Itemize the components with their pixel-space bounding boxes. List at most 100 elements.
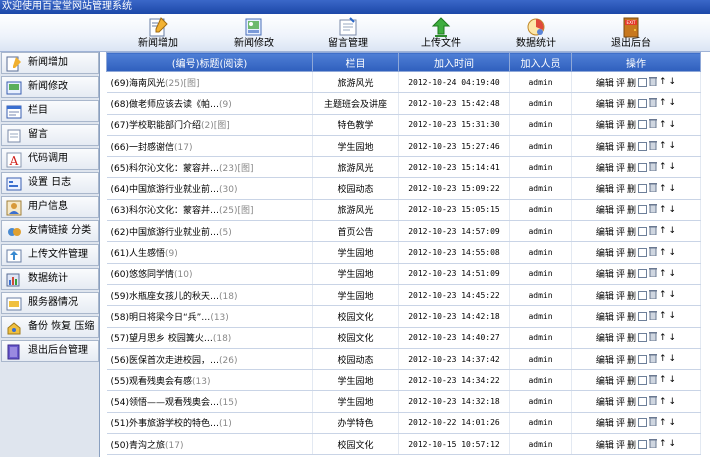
comment-link[interactable]: 评 (616, 164, 625, 174)
toolbar-news-edit-button[interactable]: 新闻修改 (219, 14, 289, 52)
edit-link[interactable]: 编辑 (596, 356, 614, 366)
delete-link[interactable]: 删 (627, 100, 636, 110)
select-checkbox[interactable] (637, 397, 647, 407)
edit-link[interactable]: 编辑 (596, 143, 614, 153)
news-title-link[interactable]: (63)科尔沁文化：蒙容并… (111, 206, 219, 216)
move-up-arrow[interactable]: ↑ (659, 141, 667, 151)
delete-link[interactable]: 删 (627, 377, 636, 387)
move-down-arrow[interactable]: ↓ (669, 162, 677, 172)
edit-link[interactable]: 编辑 (596, 334, 614, 344)
delete-link[interactable]: 删 (627, 249, 636, 259)
select-checkbox[interactable] (637, 439, 647, 449)
comment-link[interactable]: 评 (616, 100, 625, 110)
move-up-arrow[interactable]: ↑ (659, 226, 667, 236)
move-down-arrow[interactable]: ↓ (669, 141, 677, 151)
move-up-arrow[interactable]: ↑ (659, 439, 667, 449)
move-down-arrow[interactable]: ↓ (669, 120, 677, 130)
edit-link[interactable]: 编辑 (596, 164, 614, 174)
trash-icon[interactable] (648, 225, 657, 238)
move-down-arrow[interactable]: ↓ (669, 269, 677, 279)
select-checkbox[interactable] (637, 98, 647, 108)
comment-link[interactable]: 评 (616, 419, 625, 429)
comment-link[interactable]: 评 (616, 356, 625, 366)
comment-link[interactable]: 评 (616, 313, 625, 323)
delete-link[interactable]: 删 (627, 313, 636, 323)
sidebar-item[interactable]: 数据统计 (1, 268, 99, 290)
edit-link[interactable]: 编辑 (596, 121, 614, 131)
move-down-arrow[interactable]: ↓ (669, 333, 677, 343)
move-down-arrow[interactable]: ↓ (669, 205, 677, 215)
trash-icon[interactable] (648, 246, 657, 259)
sidebar-item[interactable]: 服务器情况 (1, 292, 99, 314)
sidebar-item[interactable]: 友情链接 分类 (1, 220, 99, 242)
move-up-arrow[interactable]: ↑ (659, 98, 667, 108)
select-checkbox[interactable] (637, 290, 647, 300)
news-title-link[interactable]: (64)中国旅游行业就业前… (111, 185, 219, 195)
edit-link[interactable]: 编辑 (596, 100, 614, 110)
select-checkbox[interactable] (637, 162, 647, 172)
move-up-arrow[interactable]: ↑ (659, 248, 667, 258)
select-checkbox[interactable] (637, 375, 647, 385)
sidebar-item[interactable]: A 代码调用 (1, 148, 99, 170)
news-title-link[interactable]: (60)悠悠同学情 (111, 270, 174, 280)
select-checkbox[interactable] (637, 184, 647, 194)
select-checkbox[interactable] (637, 77, 647, 87)
trash-icon[interactable] (648, 416, 657, 429)
move-down-arrow[interactable]: ↓ (669, 375, 677, 385)
trash-icon[interactable] (648, 289, 657, 302)
sidebar-item[interactable]: 设置 日志 (1, 172, 99, 194)
delete-link[interactable]: 删 (627, 121, 636, 131)
delete-link[interactable]: 删 (627, 185, 636, 195)
sidebar-item[interactable]: 栏目 (1, 100, 99, 122)
trash-icon[interactable] (648, 118, 657, 131)
trash-icon[interactable] (648, 203, 657, 216)
delete-link[interactable]: 删 (627, 228, 636, 238)
comment-link[interactable]: 评 (616, 441, 625, 451)
trash-icon[interactable] (648, 438, 657, 451)
delete-link[interactable]: 删 (627, 398, 636, 408)
col-header-user[interactable]: 加入人员 (509, 52, 572, 72)
move-up-arrow[interactable]: ↑ (659, 162, 667, 172)
sidebar-item[interactable]: 用户信息 (1, 196, 99, 218)
select-checkbox[interactable] (637, 311, 647, 321)
col-header-category[interactable]: 栏目 (312, 52, 399, 72)
edit-link[interactable]: 编辑 (596, 249, 614, 259)
news-title-link[interactable]: (69)海南风光 (111, 79, 165, 89)
move-up-arrow[interactable]: ↑ (659, 120, 667, 130)
news-title-link[interactable]: (62)中国旅游行业就业前… (111, 228, 219, 238)
trash-icon[interactable] (648, 182, 657, 195)
edit-link[interactable]: 编辑 (596, 228, 614, 238)
move-down-arrow[interactable]: ↓ (669, 248, 677, 258)
move-down-arrow[interactable]: ↓ (669, 226, 677, 236)
move-down-arrow[interactable]: ↓ (669, 184, 677, 194)
edit-link[interactable]: 编辑 (596, 398, 614, 408)
toolbar-exit-button[interactable]: EXIT 退出后台 (596, 14, 666, 52)
select-checkbox[interactable] (637, 205, 647, 215)
move-up-arrow[interactable]: ↑ (659, 205, 667, 215)
delete-link[interactable]: 删 (627, 164, 636, 174)
edit-link[interactable]: 编辑 (596, 313, 614, 323)
news-title-link[interactable]: (65)科尔沁文化：蒙容并… (111, 164, 219, 174)
comment-link[interactable]: 评 (616, 121, 625, 131)
move-up-arrow[interactable]: ↑ (659, 311, 667, 321)
move-down-arrow[interactable]: ↓ (669, 311, 677, 321)
trash-icon[interactable] (648, 140, 657, 153)
delete-link[interactable]: 删 (627, 419, 636, 429)
news-title-link[interactable]: (54)领悟——观看残奥会… (111, 398, 219, 408)
comment-link[interactable]: 评 (616, 249, 625, 259)
edit-link[interactable]: 编辑 (596, 206, 614, 216)
move-down-arrow[interactable]: ↓ (669, 77, 677, 87)
move-down-arrow[interactable]: ↓ (669, 354, 677, 364)
comment-link[interactable]: 评 (616, 206, 625, 216)
delete-link[interactable]: 删 (627, 292, 636, 302)
move-up-arrow[interactable]: ↑ (659, 354, 667, 364)
move-up-arrow[interactable]: ↑ (659, 269, 667, 279)
comment-link[interactable]: 评 (616, 398, 625, 408)
delete-link[interactable]: 删 (627, 334, 636, 344)
toolbar-news-add-button[interactable]: 新闻增加 (123, 14, 193, 52)
select-checkbox[interactable] (637, 248, 647, 258)
move-up-arrow[interactable]: ↑ (659, 290, 667, 300)
trash-icon[interactable] (648, 161, 657, 174)
news-title-link[interactable]: (61)人生感悟 (111, 249, 165, 259)
move-up-arrow[interactable]: ↑ (659, 77, 667, 87)
